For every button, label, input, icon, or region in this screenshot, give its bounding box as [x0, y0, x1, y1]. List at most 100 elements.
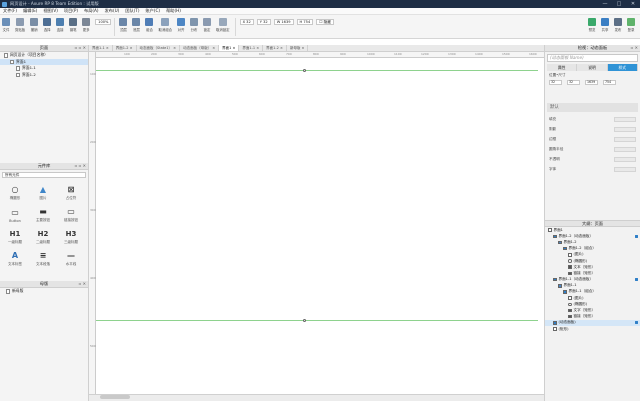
preview-tool[interactable]: 预览	[588, 15, 596, 32]
library-select[interactable]: 所有元件	[2, 172, 86, 178]
menu-item-5[interactable]: 发布(U)	[102, 8, 123, 14]
menu-item-0[interactable]: 文件(F)	[0, 8, 20, 14]
style-row-control[interactable]	[614, 166, 636, 172]
file-tool[interactable]: 文件	[2, 15, 10, 32]
master-item[interactable]: 新母版	[0, 288, 88, 295]
share-icon	[601, 18, 609, 26]
geometry-field-1[interactable]: Y 32	[256, 19, 271, 25]
widget-icon: ▭	[67, 207, 75, 216]
top-layer-tool[interactable]: 顶层	[119, 15, 128, 32]
widget-6[interactable]: H1 一级标题	[1, 226, 29, 245]
tab-5[interactable]: 界面1-1 ×	[239, 45, 264, 51]
pen-tool[interactable]: 钢笔	[69, 15, 78, 32]
geometry-field-3[interactable]: H 754	[296, 19, 314, 25]
group-tool[interactable]: 组合	[145, 15, 154, 32]
tab-2[interactable]: 动态面板（State1） ×	[137, 45, 181, 51]
close-button[interactable]: ✕	[626, 0, 640, 8]
widget-name-input[interactable]: (动态面板 Name)	[547, 54, 638, 62]
masters-panel-tools[interactable]: ▫ ✕	[79, 281, 86, 287]
inspector-tab-1[interactable]: 说明	[577, 64, 608, 71]
tab-3[interactable]: 动态面板（母版） ×	[180, 45, 220, 51]
widget-label: 水平线	[65, 262, 77, 266]
visibility-icon[interactable]	[635, 234, 638, 238]
more-tool[interactable]: 更多	[82, 15, 91, 32]
geometry-input-2[interactable]: 1639	[585, 80, 598, 85]
tab-0[interactable]: 界面1-1 ×	[89, 45, 113, 51]
visibility-icon[interactable]	[635, 278, 638, 282]
outline-item-label: (矩形)	[558, 326, 569, 331]
widget-0[interactable]: ○ 椭圆形	[1, 182, 29, 201]
panel-top-handle[interactable]	[303, 68, 306, 72]
page-item-3[interactable]: 界面1-2	[0, 72, 88, 79]
inspector-tools[interactable]: ▫ ✕	[631, 45, 638, 51]
geometry-field-2[interactable]: W 1639	[273, 19, 294, 25]
tab-6[interactable]: 界面1-2 ×	[263, 45, 287, 51]
widget-4[interactable]: ▬ 主要按钮	[29, 204, 57, 223]
zoom-select[interactable]: 100%	[95, 19, 112, 25]
horizontal-scrollbar[interactable]	[100, 395, 130, 399]
widget-icon: ▭	[11, 208, 19, 217]
style-row-control[interactable]	[614, 146, 636, 152]
outline-item-label: 界面1	[553, 227, 563, 232]
select-tool[interactable]: 选择	[43, 15, 52, 32]
style-selector[interactable]: 默认	[547, 103, 638, 112]
more-icon	[82, 18, 91, 26]
maximize-button[interactable]: □	[612, 0, 626, 8]
panel-bottom-handle[interactable]	[303, 318, 306, 322]
minimize-button[interactable]: —	[598, 0, 612, 8]
hidden-checkbox[interactable]: ☐ 隐藏	[316, 19, 334, 25]
menu-item-3[interactable]: 项目(P)	[61, 8, 81, 14]
unlock-tool[interactable]: 取消锁定	[216, 15, 230, 32]
menu-item-6[interactable]: 团队(T)	[122, 8, 142, 14]
ungroup-tool[interactable]: 取消组合	[158, 15, 172, 32]
inspector-tab-2[interactable]: 样式	[607, 64, 638, 71]
bottom-layer-tool[interactable]: 底层	[132, 15, 141, 32]
outline-item-16[interactable]: (矩形)	[545, 326, 640, 332]
widget-7[interactable]: H2 二级标题	[29, 226, 57, 245]
lock-tool[interactable]: 锁定	[203, 15, 212, 32]
tool-label: 预览	[588, 28, 596, 32]
distribute-tool[interactable]: 分布	[190, 15, 199, 32]
geometry-input-3[interactable]: 754	[603, 80, 616, 85]
style-row-3: 圆角半径	[549, 144, 636, 154]
widget-11[interactable]: — 水平线	[57, 248, 85, 267]
pages-panel-tools[interactable]: ▫ ▫ ✕	[75, 45, 86, 51]
visibility-icon[interactable]	[635, 321, 638, 325]
widget-1[interactable]: ▲ 图片	[29, 182, 57, 201]
share-tool[interactable]: 共享	[601, 15, 609, 32]
tab-4[interactable]: 界面1 ×	[219, 45, 240, 51]
bottom-layer-icon	[132, 18, 141, 26]
style-row-control[interactable]	[614, 126, 636, 132]
undo-tool[interactable]: 撤销	[30, 15, 39, 32]
tab-7[interactable]: 新母版 ×	[287, 45, 309, 51]
widget-9[interactable]: A 文本标签	[1, 248, 29, 267]
widget-8[interactable]: H3 三级标题	[57, 226, 85, 245]
design-canvas[interactable]	[96, 58, 538, 394]
widget-3[interactable]: ▭ Button	[1, 204, 29, 223]
menu-item-1[interactable]: 编辑(E)	[20, 8, 40, 14]
panel-icon	[553, 277, 557, 282]
style-row-control[interactable]	[614, 116, 636, 122]
geometry-input-1[interactable]: 32	[567, 80, 580, 85]
geometry-input-0[interactable]: 32	[549, 80, 562, 85]
menu-item-8[interactable]: 帮助(H)	[163, 8, 184, 14]
tab-1[interactable]: 界面1-2 ×	[113, 45, 137, 51]
style-row-control[interactable]	[614, 136, 636, 142]
style-row-control[interactable]	[614, 156, 636, 162]
widget-2[interactable]: ⊠ 占位符	[57, 182, 85, 201]
group-icon	[563, 290, 567, 294]
widget-5[interactable]: ▭ 链接按钮	[57, 204, 85, 223]
align-tool[interactable]: 对齐	[177, 15, 186, 32]
right-sidebar: 检视：动态面板 ▫ ✕ (动态面板 Name) 属性 说明 样式 位置•尺寸 32 3…	[544, 45, 640, 401]
clipboard-tool[interactable]: 剪贴板	[15, 15, 25, 32]
library-panel-tools[interactable]: ▫ ▫ ✕	[75, 163, 86, 169]
menu-item-2[interactable]: 视图(V)	[40, 8, 61, 14]
menu-item-4[interactable]: 布局(A)	[81, 8, 102, 14]
inspector-tab-0[interactable]: 属性	[547, 64, 578, 71]
menu-item-7[interactable]: 账户(C)	[142, 8, 163, 14]
widget-10[interactable]: ≡ 文本段落	[29, 248, 57, 267]
login-tool[interactable]: 登录	[627, 15, 635, 32]
geometry-field-0[interactable]: X 32	[239, 19, 254, 25]
connect-tool[interactable]: 连接	[56, 15, 65, 32]
publish-tool[interactable]: 发布	[614, 15, 622, 32]
